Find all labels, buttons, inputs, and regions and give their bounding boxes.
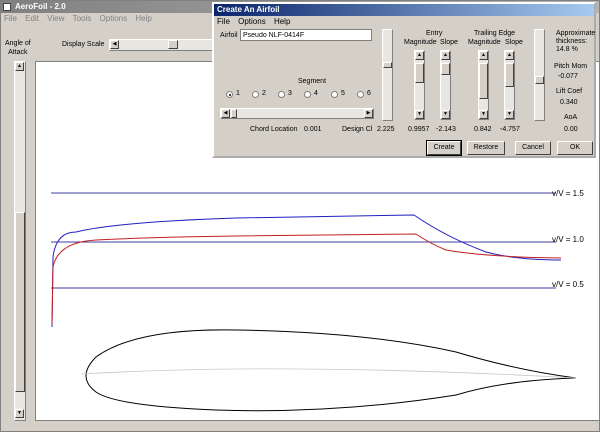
- scroll-down-icon[interactable]: ▼: [505, 110, 514, 119]
- trailing-edge-label: Trailing Edge: [474, 30, 515, 37]
- entry-magnitude-thumb[interactable]: [415, 63, 424, 83]
- display-scale-thumb[interactable]: [168, 40, 178, 49]
- design-cl-thumb[interactable]: [383, 62, 392, 68]
- display-scale-label: Display Scale: [62, 41, 105, 48]
- scroll-down-icon[interactable]: ▼: [479, 110, 488, 119]
- te-magnitude-label: Magnitude: [468, 39, 501, 46]
- segment-radio-3-label: 3: [288, 90, 292, 97]
- scroll-down-icon[interactable]: ▼: [441, 110, 450, 119]
- ok-button[interactable]: OK: [557, 141, 593, 155]
- entry-magnitude-slider[interactable]: ▲ ▼: [414, 50, 425, 120]
- menu-help[interactable]: Help: [135, 14, 151, 23]
- scroll-up-icon[interactable]: ▲: [415, 51, 424, 60]
- lift-coef-label: Lift Coef: [556, 88, 583, 95]
- segment-radio-4-label: 4: [314, 90, 318, 97]
- entry-magnitude-value: 0.9957: [408, 126, 430, 133]
- te-magnitude-thumb[interactable]: [479, 63, 488, 99]
- camber-line: [80, 368, 577, 379]
- aoa-value: 0.00: [564, 126, 578, 133]
- design-cl-label: Design Cl: [342, 126, 373, 133]
- chord-location-value: 0.001: [304, 126, 322, 133]
- entry-slope-value: -2.143: [436, 126, 456, 133]
- te-slope-slider[interactable]: ▲ ▼: [504, 50, 515, 120]
- te-slope-value: -4.757: [500, 126, 520, 133]
- pitch-mom-label: Pitch Mom: [554, 63, 588, 70]
- design-cl-value: 2.225: [377, 126, 395, 133]
- segment-radio-6-label: 6: [367, 90, 371, 97]
- create-button[interactable]: Create: [426, 140, 462, 156]
- segment-radio-5-label: 5: [341, 90, 345, 97]
- cancel-button[interactable]: Cancel: [515, 141, 551, 155]
- scroll-up-icon[interactable]: ▲: [505, 51, 514, 60]
- chord-location-label: Chord Location: [250, 126, 298, 133]
- dialog-menu-help[interactable]: Help: [274, 17, 290, 26]
- scroll-up-icon[interactable]: ▲: [15, 62, 24, 71]
- menu-options[interactable]: Options: [100, 14, 128, 23]
- menu-file[interactable]: File: [4, 14, 17, 23]
- design-cl-slider[interactable]: [382, 29, 393, 121]
- te-magnitude-value: 0.842: [474, 126, 492, 133]
- te-slope-label: Slope: [505, 39, 523, 46]
- scroll-right-icon[interactable]: ▶: [364, 109, 373, 118]
- entry-label: Entry: [426, 30, 443, 37]
- segment-radio-5[interactable]: [331, 91, 338, 98]
- lower-surface-velocity: [51, 233, 562, 325]
- dialog-title-bar[interactable]: Create An Airfoil: [214, 4, 594, 16]
- dialog-title: Create An Airfoil: [217, 5, 280, 14]
- angle-of-attack-label: Angle of Attack: [5, 40, 31, 56]
- segment-label: Segment: [298, 78, 327, 85]
- thickness-value: 14.8 %: [556, 46, 578, 53]
- entry-magnitude-label: Magnitude: [404, 39, 437, 46]
- segment-radio-3[interactable]: [278, 91, 285, 98]
- segment-radio-2-label: 2: [262, 90, 266, 97]
- menu-tools[interactable]: Tools: [73, 14, 92, 23]
- scroll-left-icon[interactable]: ◀: [110, 40, 119, 49]
- scroll-up-icon[interactable]: ▲: [441, 51, 450, 60]
- scroll-down-icon[interactable]: ▼: [415, 110, 424, 119]
- chord-location-thumb[interactable]: [231, 109, 237, 118]
- dialog-menu-options[interactable]: Options: [238, 17, 266, 26]
- segment-radio-2[interactable]: [252, 91, 259, 98]
- pitch-mom-value: -0.077: [558, 73, 578, 80]
- segment-radio-4[interactable]: [304, 91, 311, 98]
- scroll-left-icon[interactable]: ◀: [221, 109, 230, 118]
- dialog-menu-file[interactable]: File: [217, 17, 230, 26]
- create-airfoil-dialog: Create An Airfoil File Options Help Airf…: [212, 2, 596, 158]
- dialog-menu-bar: File Options Help: [214, 16, 594, 27]
- lift-coef-value: 0.340: [560, 99, 578, 106]
- entry-slope-label: Slope: [440, 39, 458, 46]
- menu-view[interactable]: View: [47, 14, 64, 23]
- upper-surface-velocity: [51, 214, 562, 328]
- angle-of-attack-slider[interactable]: ▲ ▼: [14, 61, 26, 421]
- angle-of-attack-thumb[interactable]: [15, 212, 25, 392]
- label-v-0-5: v/V = 0.5: [552, 280, 584, 289]
- label-v-1-0: v/V = 1.0: [552, 235, 584, 244]
- restore-button[interactable]: Restore: [467, 141, 505, 155]
- main-title: AeroFoil - 2.0: [15, 2, 66, 11]
- dialog-aoa-slider[interactable]: [534, 29, 545, 121]
- airfoil-name-input[interactable]: [240, 29, 372, 41]
- segment-radio-6[interactable]: [357, 91, 364, 98]
- te-magnitude-slider[interactable]: ▲ ▼: [478, 50, 489, 120]
- segment-radio-1-label: 1: [236, 90, 240, 97]
- dialog-aoa-thumb[interactable]: [535, 76, 544, 84]
- display-scale-slider[interactable]: ◀: [109, 39, 213, 51]
- te-slope-thumb[interactable]: [505, 63, 514, 87]
- chord-location-slider[interactable]: ◀ ▶: [220, 108, 374, 119]
- segment-radio-1[interactable]: [226, 91, 233, 98]
- label-v-1-5: v/V = 1.5: [552, 189, 584, 198]
- scroll-up-icon[interactable]: ▲: [479, 51, 488, 60]
- app-icon: [3, 3, 11, 11]
- aoa-label: AoA: [564, 114, 578, 121]
- thickness-label: Approximate thickness: 14.8 %: [556, 30, 596, 53]
- airfoil-label: Airfoil: [220, 32, 238, 39]
- entry-slope-slider[interactable]: ▲ ▼: [440, 50, 451, 120]
- scroll-down-icon[interactable]: ▼: [15, 409, 24, 418]
- entry-slope-thumb[interactable]: [441, 63, 450, 75]
- menu-edit[interactable]: Edit: [25, 14, 39, 23]
